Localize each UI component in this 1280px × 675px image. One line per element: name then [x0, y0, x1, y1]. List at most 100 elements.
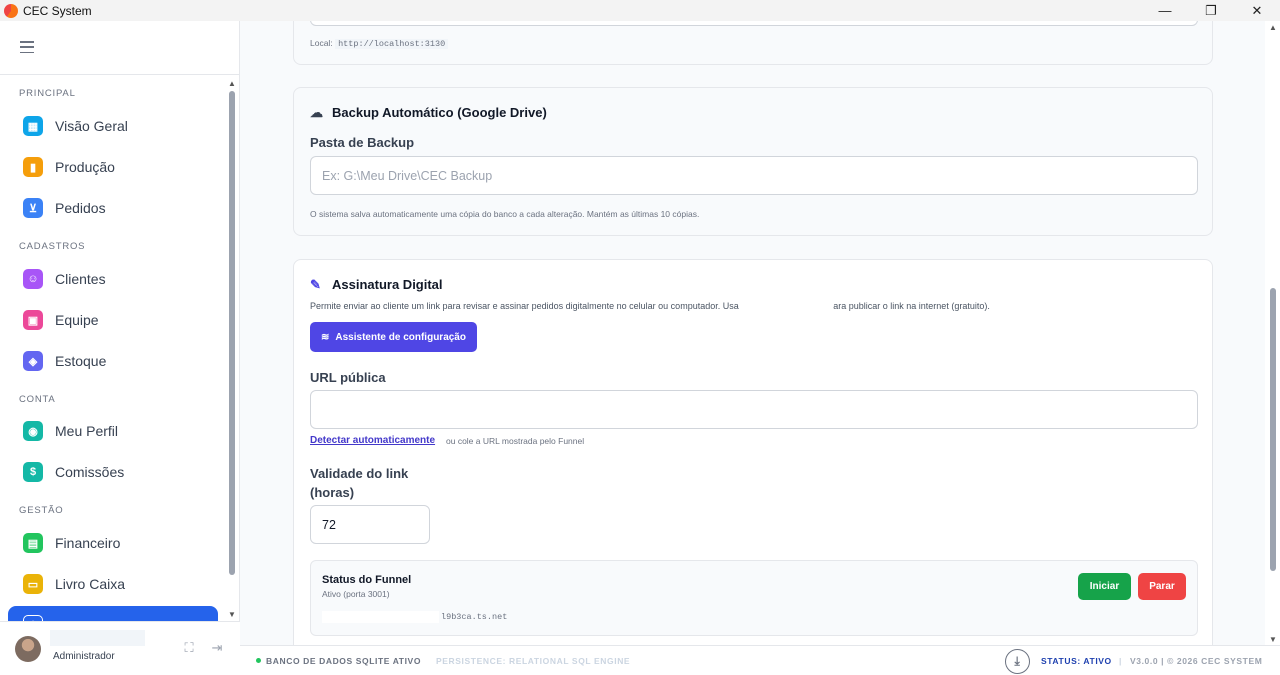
public-url-input[interactable] [310, 390, 1198, 429]
scroll-up-icon[interactable]: ▲ [228, 79, 236, 88]
grid-icon: ▦ [23, 116, 43, 136]
description-start: Permite enviar ao cliente um link para r… [310, 301, 739, 311]
link-validity-label-2: (horas) [310, 485, 355, 500]
box-icon: ◈ [23, 351, 43, 371]
sidebar-item-financeiro[interactable]: ▤ Financeiro [8, 524, 218, 562]
sidebar-item-label: Pedidos [55, 200, 106, 216]
scroll-up-icon[interactable]: ▲ [1269, 23, 1277, 32]
sidebar-item-pedidos[interactable]: ⊻ Pedidos [8, 189, 218, 227]
sidebar-item-label: Meu Perfil [55, 423, 119, 439]
window-titlebar: CEC System — ❐ ✕ [0, 0, 1280, 21]
db-status: BANCO DE DADOS SQLITE ATIVO [266, 656, 422, 666]
fullscreen-icon[interactable]: ⛶ [181, 640, 197, 656]
cloud-icon: ☁ [310, 104, 323, 120]
funnel-url-suffix: l9b3ca.ts.net [441, 612, 508, 622]
description-end: ara publicar o link na internet (gratuit… [833, 301, 990, 311]
users-icon: ☺ [23, 269, 43, 289]
sidebar-item-livro-caixa[interactable]: ▭ Livro Caixa [8, 565, 218, 603]
local-url: http://localhost:3130 [335, 39, 449, 49]
sidebar-scrollbar[interactable]: ▲ ▼ [228, 79, 236, 619]
server-input-partial[interactable] [310, 21, 1198, 26]
main-scrollbar[interactable]: ▲ ▼ [1265, 21, 1280, 645]
sidebar-nav: PRINCIPAL ▦ Visão Geral ▮ Produção ⊻ Ped… [0, 75, 226, 621]
main-scroll-thumb[interactable] [1270, 288, 1276, 571]
cart-icon: ⊻ [23, 198, 43, 218]
local-label: Local: [310, 38, 333, 48]
user-role: Administrador [53, 651, 115, 662]
sidebar-item-active[interactable]: ⚙ [8, 606, 218, 621]
sidebar-item-label: Visão Geral [55, 118, 128, 134]
signature-description: Permite enviar ao cliente um link para r… [310, 301, 990, 311]
backup-card-title: ☁ Backup Automático (Google Drive) [310, 104, 547, 121]
section-label-conta: CONTA [19, 394, 56, 405]
public-url-label: URL pública [310, 370, 386, 385]
footer-separator: | [1119, 656, 1122, 666]
factory-icon: ▮ [23, 157, 43, 177]
settings-content: Local: http://localhost:3130 ☁ Backup Au… [240, 21, 1264, 645]
wallet-icon: ▭ [23, 574, 43, 594]
backup-hint: O sistema salva automaticamente uma cópi… [310, 209, 700, 219]
window-title: CEC System [23, 3, 92, 18]
sidebar-item-label: Livro Caixa [55, 576, 126, 592]
user-panel: Administrador ⛶ ⇥ [0, 621, 240, 675]
sidebar: PRINCIPAL ▦ Visão Geral ▮ Produção ⊻ Ped… [0, 21, 240, 675]
setup-wizard-label: Assistente de configuração [335, 331, 466, 343]
sidebar-scroll-thumb[interactable] [229, 91, 235, 575]
avatar[interactable] [15, 636, 41, 662]
minimize-button[interactable]: — [1142, 0, 1188, 21]
backup-folder-input[interactable]: Ex: G:\Meu Drive\CEC Backup [310, 156, 1198, 195]
sidebar-item-meu-perfil[interactable]: ◉ Meu Perfil [8, 412, 218, 450]
system-status: STATUS: ATIVO [1041, 656, 1112, 666]
scroll-down-icon[interactable]: ▼ [228, 610, 236, 619]
signature-card-title: ✎ Assinatura Digital [310, 276, 443, 293]
sidebar-item-label: Equipe [55, 312, 99, 328]
wifi-icon: ≋ [321, 331, 330, 343]
sidebar-item-producao[interactable]: ▮ Produção [8, 148, 218, 186]
funnel-start-button[interactable]: Iniciar [1078, 573, 1131, 600]
db-status-dot [256, 658, 261, 663]
local-address-row: Local: http://localhost:3130 [310, 38, 449, 49]
detect-automatically-link[interactable]: Detectar automaticamente [310, 435, 435, 446]
funnel-status: Ativo (porta 3001) [322, 589, 390, 599]
maximize-button[interactable]: ❐ [1188, 0, 1234, 21]
signature-title-text: Assinatura Digital [332, 277, 443, 292]
dollar-icon: $ [23, 462, 43, 482]
logout-icon[interactable]: ⇥ [209, 640, 225, 656]
signature-card: ✎ Assinatura Digital Permite enviar ao c… [293, 259, 1213, 645]
user-icon: ◉ [23, 421, 43, 441]
link-validity-input[interactable]: 72 [310, 505, 430, 544]
funnel-url: l9b3ca.ts.net [322, 611, 507, 623]
funnel-stop-button[interactable]: Parar [1138, 573, 1186, 600]
sidebar-item-clientes[interactable]: ☺ Clientes [8, 260, 218, 298]
funnel-status-panel: Status do Funnel Ativo (porta 3001) l9b3… [310, 560, 1198, 636]
sidebar-item-comissoes[interactable]: $ Comissões [8, 453, 218, 491]
funnel-url-redacted [322, 611, 439, 623]
section-label-gestao: GESTÃO [19, 505, 64, 516]
status-footer: BANCO DE DADOS SQLITE ATIVO PERSISTENCE:… [240, 645, 1280, 675]
sidebar-item-label: Produção [55, 159, 115, 175]
funnel-title: Status do Funnel [322, 574, 412, 586]
section-label-cadastros: CADASTROS [19, 241, 86, 252]
user-name-redacted [50, 630, 145, 646]
section-label-principal: PRINCIPAL [19, 88, 76, 99]
setup-wizard-button[interactable]: ≋ Assistente de configuração [310, 322, 477, 352]
sidebar-item-visao-geral[interactable]: ▦ Visão Geral [8, 107, 218, 145]
scroll-down-icon[interactable]: ▼ [1269, 635, 1277, 644]
app-logo-icon [4, 3, 18, 18]
sidebar-item-label: Comissões [55, 464, 125, 480]
backup-card: ☁ Backup Automático (Google Drive) Pasta… [293, 87, 1213, 236]
sidebar-item-estoque[interactable]: ◈ Estoque [8, 342, 218, 380]
download-icon[interactable]: ⤓ [1005, 649, 1030, 674]
sidebar-item-label: Financeiro [55, 535, 121, 551]
menu-toggle-icon[interactable] [20, 41, 34, 53]
briefcase-icon: ▣ [23, 310, 43, 330]
persistence-label: PERSISTENCE: RELATIONAL SQL ENGINE [436, 656, 631, 666]
document-icon: ▤ [23, 533, 43, 553]
close-button[interactable]: ✕ [1234, 0, 1280, 21]
pen-icon: ✎ [310, 276, 321, 292]
version-label: V3.0.0 | © 2026 CEC SYSTEM [1130, 656, 1263, 666]
link-validity-label-1: Validade do link [310, 466, 409, 481]
sidebar-item-label: Clientes [55, 271, 106, 287]
sidebar-item-equipe[interactable]: ▣ Equipe [8, 301, 218, 339]
backup-folder-label: Pasta de Backup [310, 135, 415, 150]
